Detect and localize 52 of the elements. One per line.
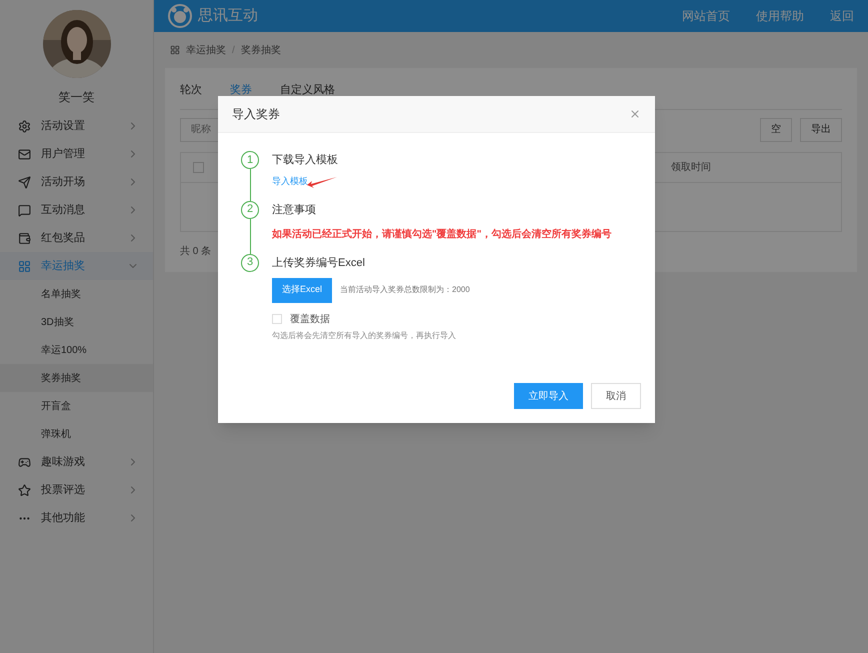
- checkbox-label: 覆盖数据: [290, 312, 330, 326]
- menu-icon: [18, 120, 31, 132]
- overwrite-checkbox[interactable]: [272, 314, 282, 324]
- submenu-item[interactable]: 3D抽奖: [0, 308, 153, 336]
- menu-icon: [18, 148, 31, 160]
- submenu-item[interactable]: 奖券抽奖: [0, 364, 153, 392]
- sidebar-item[interactable]: 红包奖品: [0, 224, 153, 252]
- toolbar-button[interactable]: 导出: [800, 118, 842, 142]
- breadcrumb-item[interactable]: 幸运抽奖: [186, 42, 226, 58]
- toolbar-button[interactable]: 空: [760, 118, 792, 142]
- sidebar-item[interactable]: 其他功能: [0, 504, 153, 532]
- sidebar-item[interactable]: 互动消息: [0, 196, 153, 224]
- step-number: 2: [241, 200, 259, 218]
- sidebar-item[interactable]: 趣味游戏: [0, 448, 153, 476]
- sidebar-item[interactable]: 用户管理: [0, 140, 153, 168]
- sidebar-item[interactable]: 活动开场: [0, 168, 153, 196]
- sidebar-item[interactable]: 活动设置: [0, 112, 153, 140]
- menu-icon: [18, 204, 31, 216]
- menu-icon: [18, 260, 31, 272]
- arrow-annotation-icon: [306, 176, 338, 188]
- dialog-button[interactable]: 立即导入: [514, 383, 583, 409]
- breadcrumb-separator: /: [232, 44, 235, 58]
- submenu-item[interactable]: 弹珠机: [0, 420, 153, 448]
- menu-icon: [18, 232, 31, 244]
- dialog-button[interactable]: 取消: [591, 383, 641, 409]
- dialog-title: 导入奖券: [232, 106, 281, 123]
- breadcrumb-item[interactable]: 奖券抽奖: [240, 42, 281, 58]
- submenu-item[interactable]: 开盲盒: [0, 392, 153, 420]
- menu-icon: [18, 484, 31, 496]
- step-title: 上传奖券编号Excel: [272, 256, 366, 270]
- tab[interactable]: 轮次: [180, 82, 202, 108]
- close-icon[interactable]: [629, 108, 641, 120]
- sidebar-item[interactable]: 投票评选: [0, 476, 153, 504]
- brand-name: 思讯互动: [198, 6, 258, 26]
- user-name: 笑一笑: [58, 89, 96, 106]
- select-excel-button[interactable]: 选择Excel: [272, 278, 332, 302]
- step-number: 3: [241, 254, 259, 272]
- limit-text: 当前活动导入奖券总数限制为：2000: [340, 284, 470, 296]
- menu-icon: [18, 176, 31, 188]
- header-checkbox[interactable]: [193, 162, 204, 172]
- step-title: 下载导入模板: [272, 153, 339, 168]
- warning-text: 如果活动已经正式开始，请谨慎勾选"覆盖数据"，勾选后会清空所有奖券编号: [272, 227, 612, 242]
- submenu-item[interactable]: 名单抽奖: [0, 280, 153, 308]
- total-count: 共 0 条: [180, 244, 212, 258]
- step-number: 1: [241, 151, 259, 169]
- step-title: 注意事项: [272, 202, 317, 218]
- template-link[interactable]: 导入模板: [272, 175, 308, 188]
- hint-text: 勾选后将会先清空所有导入的奖券编号，再执行导入: [272, 330, 457, 342]
- submenu-item[interactable]: 幸运100%: [0, 336, 153, 364]
- menu-icon: [18, 456, 31, 468]
- column-header: 领取时间: [671, 160, 712, 174]
- breadcrumb-icon: [170, 45, 180, 55]
